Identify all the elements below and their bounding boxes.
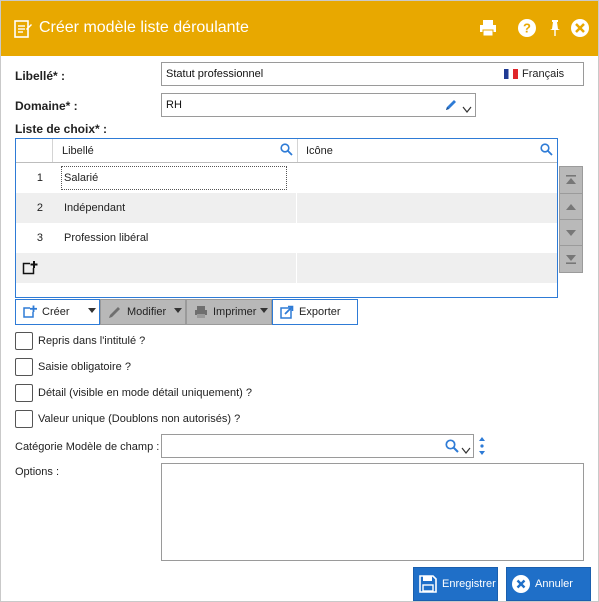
pin-icon[interactable]	[545, 18, 565, 38]
categorie-select[interactable]	[161, 434, 474, 458]
print-icon	[194, 305, 208, 319]
table-row-new[interactable]	[16, 253, 557, 283]
modifier-label: Modifier	[127, 306, 167, 318]
chevron-down-icon[interactable]	[260, 308, 268, 313]
categorie-label: Catégorie Modèle de champ :	[15, 441, 160, 453]
search-icon[interactable]	[280, 143, 293, 159]
window-title: Créer modèle liste déroulante	[39, 19, 249, 36]
cancel-label: Annuler	[535, 578, 573, 590]
cancel-icon	[511, 574, 531, 594]
save-button[interactable]: Enregistrer	[413, 567, 498, 601]
grid-header: Libellé Icône	[16, 139, 557, 163]
help-icon[interactable]: ?	[517, 18, 537, 38]
dialog: Créer modèle liste déroulante ? Libellé*…	[0, 0, 599, 602]
column-header-libelle[interactable]: Libellé	[54, 139, 298, 162]
search-icon[interactable]	[540, 143, 553, 159]
exporter-button[interactable]: Exporter	[272, 299, 358, 325]
cell-icone[interactable]	[298, 193, 557, 223]
cell-text: Indépendant	[64, 202, 126, 214]
language-selector[interactable]: Français	[500, 64, 582, 84]
cell-icone[interactable]	[298, 163, 557, 193]
table-row[interactable]: 1 Salarié	[16, 163, 557, 193]
save-label: Enregistrer	[442, 578, 496, 590]
move-up-button[interactable]	[559, 193, 583, 221]
cell-icone[interactable]	[298, 253, 557, 283]
checkbox-saisie-obligatoire[interactable]	[15, 358, 33, 376]
options-textarea[interactable]	[161, 463, 584, 561]
close-icon[interactable]	[570, 18, 590, 38]
export-icon	[280, 305, 294, 319]
cell-libelle[interactable]: Profession libéral	[54, 223, 297, 253]
cell-libelle[interactable]: Salarié	[54, 163, 297, 193]
cell-libelle[interactable]: Indépendant	[54, 193, 297, 223]
save-icon	[418, 574, 438, 594]
move-bottom-button[interactable]	[559, 245, 583, 273]
edit-pencil-icon[interactable]	[444, 98, 458, 115]
checkbox-detail[interactable]	[15, 384, 33, 402]
more-options-icon[interactable]	[477, 435, 487, 460]
row-number: 2	[36, 202, 43, 214]
svg-text:?: ?	[523, 21, 531, 36]
imprimer-label: Imprimer	[213, 306, 257, 318]
libelle-value: Statut professionnel	[166, 68, 264, 80]
chevron-down-icon[interactable]	[174, 308, 182, 313]
imprimer-button[interactable]: Imprimer	[186, 299, 272, 325]
move-top-button[interactable]	[559, 166, 583, 194]
cell-icone[interactable]	[298, 223, 557, 253]
column-icone-label: Icône	[306, 145, 333, 157]
creer-button[interactable]: Créer	[15, 299, 100, 325]
chevron-down-icon[interactable]	[88, 308, 96, 313]
language-label: Français	[522, 68, 565, 80]
column-libelle-label: Libellé	[62, 145, 94, 157]
checkbox-valeur-unique-label: Valeur unique (Doublons non autorisés) ?	[38, 413, 241, 425]
checkbox-repris[interactable]	[15, 332, 33, 350]
chevron-down-icon[interactable]	[462, 102, 472, 116]
checkbox-saisie-label: Saisie obligatoire ?	[38, 361, 131, 373]
choice-grid: Libellé Icône 1 Salarié 2 Indépendant 3 …	[15, 138, 558, 298]
domaine-value: RH	[166, 99, 182, 111]
table-row[interactable]: 2 Indépendant	[16, 193, 557, 223]
form-icon	[14, 19, 32, 39]
domaine-select[interactable]: RH	[161, 93, 476, 117]
libelle-label: Libellé* :	[15, 69, 66, 83]
move-down-button[interactable]	[559, 219, 583, 247]
checkbox-detail-label: Détail (visible en mode détail uniquemen…	[38, 387, 253, 399]
pencil-icon	[108, 305, 122, 319]
checkbox-repris-label: Repris dans l'intitulé ?	[38, 335, 146, 347]
table-row[interactable]: 3 Profession libéral	[16, 223, 557, 253]
add-icon	[23, 305, 37, 319]
cell-text: Salarié	[64, 172, 99, 184]
grid-header-num	[16, 139, 53, 162]
print-icon[interactable]	[478, 18, 498, 38]
row-number: 1	[36, 172, 43, 184]
libelle-input[interactable]: Statut professionnel Français	[161, 62, 584, 86]
title-bar: Créer modèle liste déroulante ?	[1, 1, 598, 56]
column-header-icone[interactable]: Icône	[298, 139, 557, 162]
domaine-label: Domaine* :	[15, 99, 78, 113]
add-row-icon[interactable]	[22, 260, 38, 279]
cell-text: Profession libéral	[64, 232, 149, 244]
cell-libelle[interactable]	[54, 253, 297, 283]
modifier-button[interactable]: Modifier	[100, 299, 186, 325]
checkbox-valeur-unique[interactable]	[15, 410, 33, 428]
exporter-label: Exporter	[299, 306, 341, 318]
row-number: 3	[36, 232, 43, 244]
french-flag-icon	[504, 69, 518, 79]
options-label: Options :	[15, 466, 60, 478]
search-icon[interactable]	[445, 439, 459, 456]
creer-label: Créer	[42, 306, 70, 318]
chevron-down-icon[interactable]	[461, 443, 471, 457]
cancel-button[interactable]: Annuler	[506, 567, 591, 601]
liste-label: Liste de choix* :	[15, 122, 108, 136]
